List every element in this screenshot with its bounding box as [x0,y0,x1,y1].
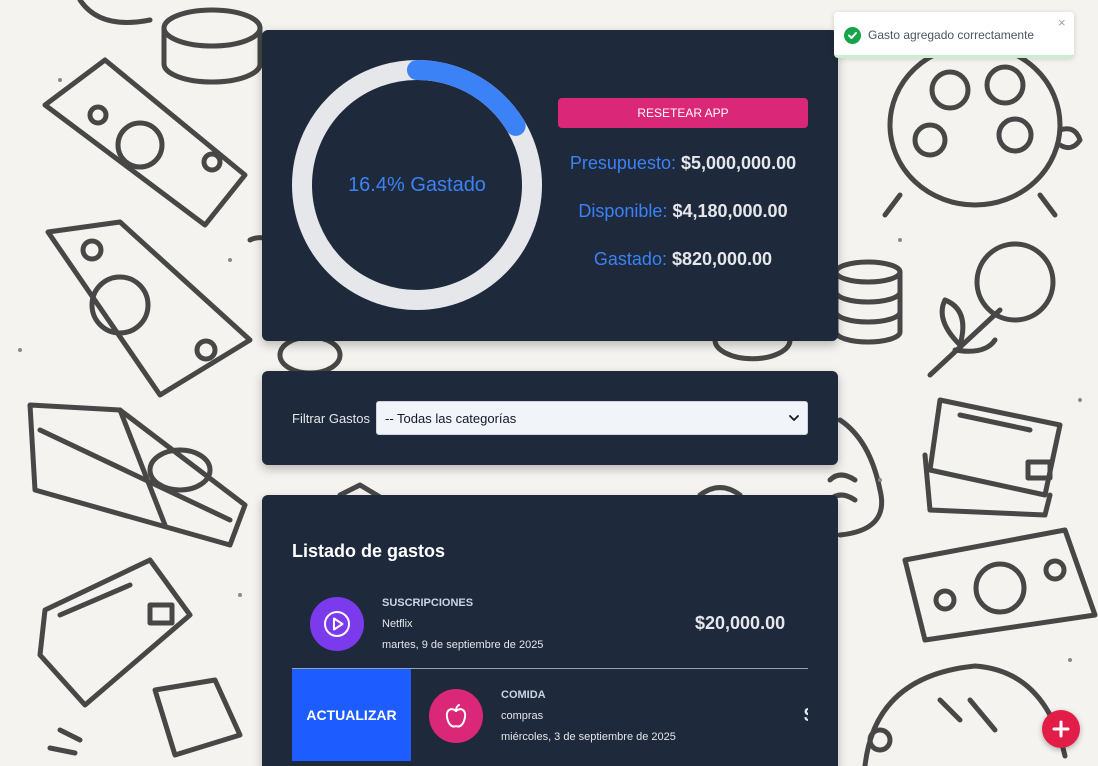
toast-close-button[interactable]: × [1058,15,1066,30]
reset-app-button[interactable]: RESETEAR APP [558,98,808,128]
progress-percent-label: 16.4% Gastado [348,173,486,196]
expense-name: Netflix [382,618,413,630]
spent-value: $820,000.00 [671,249,773,269]
expense-date: martes, 9 de septiembre de 2025 [382,639,544,651]
expense-date: miércoles, 3 de septiembre de 2025 [501,731,676,743]
plus-icon [1052,720,1070,738]
available-label: Disponible: [578,201,668,221]
spent-amount-row: Gastado: $820,000.00 [558,249,808,270]
spending-progress-ring: 16.4% Gastado [292,60,542,310]
budget-label: Presupuesto: [569,153,676,173]
expense-list-title: Listado de gastos [292,541,446,561]
expense-name: compras [501,710,544,722]
available-amount-row: Disponible: $4,180,000.00 [558,201,808,222]
expense-item[interactable]: ACTUALIZAR COMIDA compras miércoles, 3 d… [292,669,808,761]
budget-amount-row: Presupuesto: $5,000,000.00 [558,153,808,174]
budget-value: $5,000,000.00 [680,153,797,173]
expense-amount: $20,000.00 [695,613,786,633]
spent-label: Gastado: [593,249,667,269]
expense-list-card: Listado de gastos SUSCRIPCIONES Netflix … [262,495,838,766]
expense-amount: $ [804,705,808,726]
add-expense-button[interactable] [1042,710,1080,748]
success-toast: Gasto agregado correctamente × [834,12,1074,58]
filter-label: Filtrar Gastos [292,411,371,426]
available-value: $4,180,000.00 [672,201,788,221]
update-expense-button[interactable]: ACTUALIZAR [292,669,411,761]
expense-item[interactable]: SUSCRIPCIONES Netflix martes, 9 de septi… [292,577,808,669]
expense-category: COMIDA [501,689,546,701]
expense-category: SUSCRIPCIONES [382,597,474,609]
category-filter-select[interactable]: -- Todas las categorías [376,401,808,435]
filter-selected-value: -- Todas las categorías [385,410,517,426]
play-icon [310,597,364,651]
toast-message: Gasto agregado correctamente [868,28,1035,42]
chevron-down-icon [789,415,799,421]
apple-icon [429,689,483,743]
filter-card: Filtrar Gastos -- Todas las categorías [262,371,838,465]
budget-tracker-card: 16.4% Gastado RESETEAR APP Presupuesto: … [262,30,838,341]
check-icon [844,27,861,44]
